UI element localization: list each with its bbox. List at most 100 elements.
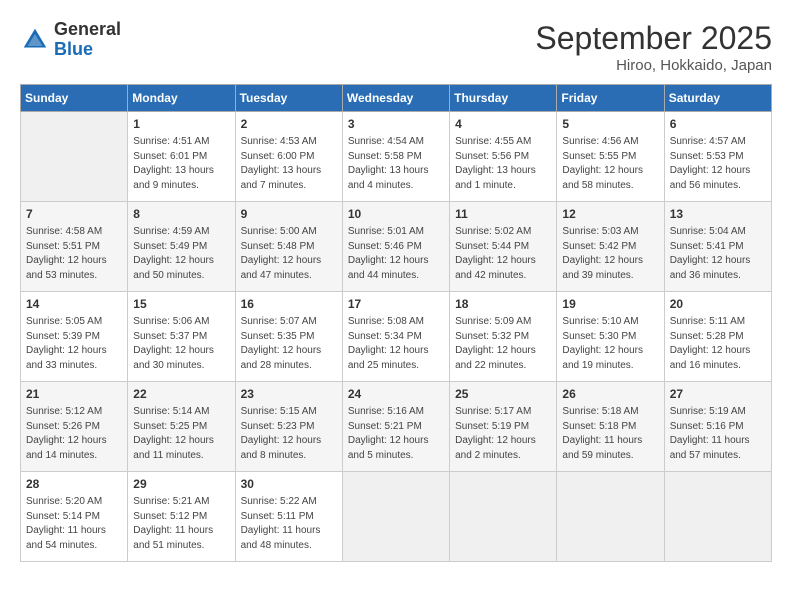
day-info: Sunrise: 5:11 AM Sunset: 5:28 PM Dayligh… [670, 315, 766, 373]
weekday-header: Friday [557, 85, 664, 112]
logo-blue: Blue [54, 39, 93, 59]
day-number: 25 [455, 386, 551, 403]
calendar-cell: 22 Sunrise: 5:14 AM Sunset: 5:25 PM Dayli… [128, 382, 235, 472]
calendar-cell: 7 Sunrise: 4:58 AM Sunset: 5:51 PM Daylig… [21, 202, 128, 292]
calendar-cell: 27Sunrise: 5:19 AM Sunset: 5:16 PM Dayli… [664, 382, 771, 472]
calendar-cell: 20 Sunrise: 5:11 AM Sunset: 5:28 PM Dayli… [664, 292, 771, 382]
day-info: Sunrise: 5:09 AM Sunset: 5:32 PM Dayligh… [455, 315, 551, 373]
calendar-cell: 12Sunrise: 5:03 AM Sunset: 5:42 PM Dayli… [557, 202, 664, 292]
day-number: 27 [670, 386, 766, 403]
calendar-cell: 23 Sunrise: 5:15 AM Sunset: 5:23 PM Dayli… [235, 382, 342, 472]
calendar-cell: 3 Sunrise: 4:54 AM Sunset: 5:58 PM Daylig… [342, 112, 449, 202]
day-info: Sunrise: 5:18 AM Sunset: 5:18 PM Dayligh… [562, 405, 658, 463]
day-info: Sunrise: 5:22 AM Sunset: 5:11 PM Dayligh… [241, 495, 337, 553]
day-number: 23 [241, 386, 337, 403]
day-info: Sunrise: 4:53 AM Sunset: 6:00 PM Dayligh… [241, 135, 337, 193]
calendar-cell: 1 Sunrise: 4:51 AM Sunset: 6:01 PM Daylig… [128, 112, 235, 202]
calendar-cell: 29 Sunrise: 5:21 AM Sunset: 5:12 PM Dayli… [128, 472, 235, 562]
day-info: Sunrise: 5:02 AM Sunset: 5:44 PM Dayligh… [455, 225, 551, 283]
calendar-cell: 16 Sunrise: 5:07 AM Sunset: 5:35 PM Dayli… [235, 292, 342, 382]
calendar-cell: 25 Sunrise: 5:17 AM Sunset: 5:19 PM Dayli… [450, 382, 557, 472]
day-info: Sunrise: 5:14 AM Sunset: 5:25 PM Dayligh… [133, 405, 229, 463]
calendar-cell: 30 Sunrise: 5:22 AM Sunset: 5:11 PM Dayli… [235, 472, 342, 562]
calendar-cell: 5 Sunrise: 4:56 AM Sunset: 5:55 PM Daylig… [557, 112, 664, 202]
calendar-cell: 28 Sunrise: 5:20 AM Sunset: 5:14 PM Dayli… [21, 472, 128, 562]
day-info: Sunrise: 5:03 AM Sunset: 5:42 PM Dayligh… [562, 225, 658, 283]
day-info: Sunrise: 5:08 AM Sunset: 5:34 PM Dayligh… [348, 315, 444, 373]
day-info: Sunrise: 5:20 AM Sunset: 5:14 PM Dayligh… [26, 495, 122, 553]
day-info: Sunrise: 5:01 AM Sunset: 5:46 PM Dayligh… [348, 225, 444, 283]
calendar-cell: 10Sunrise: 5:01 AM Sunset: 5:46 PM Dayli… [342, 202, 449, 292]
calendar-week-row: 28 Sunrise: 5:20 AM Sunset: 5:14 PM Dayli… [21, 472, 772, 562]
day-number: 22 [133, 386, 229, 403]
day-number: 4 [455, 116, 551, 133]
day-number: 11 [455, 206, 551, 223]
day-number: 2 [241, 116, 337, 133]
weekday-header: Tuesday [235, 85, 342, 112]
day-number: 7 [26, 206, 122, 223]
day-number: 1 [133, 116, 229, 133]
day-number: 21 [26, 386, 122, 403]
calendar-cell: 17 Sunrise: 5:08 AM Sunset: 5:34 PM Dayli… [342, 292, 449, 382]
day-number: 3 [348, 116, 444, 133]
day-number: 5 [562, 116, 658, 133]
day-number: 13 [670, 206, 766, 223]
day-number: 29 [133, 476, 229, 493]
calendar-cell: 9Sunrise: 5:00 AM Sunset: 5:48 PM Daylig… [235, 202, 342, 292]
day-number: 8 [133, 206, 229, 223]
page-header: General Blue September 2025 Hiroo, Hokka… [20, 20, 772, 74]
day-info: Sunrise: 4:54 AM Sunset: 5:58 PM Dayligh… [348, 135, 444, 193]
calendar-cell: 13Sunrise: 5:04 AM Sunset: 5:41 PM Dayli… [664, 202, 771, 292]
weekday-header: Monday [128, 85, 235, 112]
calendar-cell [21, 112, 128, 202]
day-info: Sunrise: 4:58 AM Sunset: 5:51 PM Dayligh… [26, 225, 122, 283]
calendar-cell: 19 Sunrise: 5:10 AM Sunset: 5:30 PM Dayli… [557, 292, 664, 382]
day-number: 17 [348, 296, 444, 313]
calendar-cell: 21Sunrise: 5:12 AM Sunset: 5:26 PM Dayli… [21, 382, 128, 472]
calendar-cell: 14 Sunrise: 5:05 AM Sunset: 5:39 PM Dayli… [21, 292, 128, 382]
day-info: Sunrise: 5:07 AM Sunset: 5:35 PM Dayligh… [241, 315, 337, 373]
weekday-header: Wednesday [342, 85, 449, 112]
day-number: 18 [455, 296, 551, 313]
calendar-cell: 24Sunrise: 5:16 AM Sunset: 5:21 PM Dayli… [342, 382, 449, 472]
day-number: 6 [670, 116, 766, 133]
calendar-cell: 18 Sunrise: 5:09 AM Sunset: 5:32 PM Dayli… [450, 292, 557, 382]
title-block: September 2025 Hiroo, Hokkaido, Japan [535, 20, 772, 74]
calendar-cell: 6Sunrise: 4:57 AM Sunset: 5:53 PM Daylig… [664, 112, 771, 202]
location-subtitle: Hiroo, Hokkaido, Japan [535, 57, 772, 74]
day-info: Sunrise: 5:00 AM Sunset: 5:48 PM Dayligh… [241, 225, 337, 283]
day-info: Sunrise: 5:17 AM Sunset: 5:19 PM Dayligh… [455, 405, 551, 463]
day-info: Sunrise: 5:10 AM Sunset: 5:30 PM Dayligh… [562, 315, 658, 373]
calendar-cell: 8 Sunrise: 4:59 AM Sunset: 5:49 PM Daylig… [128, 202, 235, 292]
month-title: September 2025 [535, 20, 772, 57]
day-number: 14 [26, 296, 122, 313]
weekday-header: Saturday [664, 85, 771, 112]
calendar-cell: 11 Sunrise: 5:02 AM Sunset: 5:44 PM Dayli… [450, 202, 557, 292]
day-number: 30 [241, 476, 337, 493]
day-info: Sunrise: 5:15 AM Sunset: 5:23 PM Dayligh… [241, 405, 337, 463]
day-number: 19 [562, 296, 658, 313]
calendar-cell: 4 Sunrise: 4:55 AM Sunset: 5:56 PM Daylig… [450, 112, 557, 202]
day-info: Sunrise: 4:51 AM Sunset: 6:01 PM Dayligh… [133, 135, 229, 193]
day-number: 28 [26, 476, 122, 493]
logo-text: General Blue [54, 20, 121, 60]
logo-icon [20, 25, 50, 55]
calendar-header-row: SundayMondayTuesdayWednesdayThursdayFrid… [21, 85, 772, 112]
day-info: Sunrise: 5:06 AM Sunset: 5:37 PM Dayligh… [133, 315, 229, 373]
day-number: 16 [241, 296, 337, 313]
day-number: 20 [670, 296, 766, 313]
day-number: 15 [133, 296, 229, 313]
calendar-table: SundayMondayTuesdayWednesdayThursdayFrid… [20, 84, 772, 562]
calendar-cell: 15 Sunrise: 5:06 AM Sunset: 5:37 PM Dayli… [128, 292, 235, 382]
calendar-cell: 26 Sunrise: 5:18 AM Sunset: 5:18 PM Dayli… [557, 382, 664, 472]
day-info: Sunrise: 4:59 AM Sunset: 5:49 PM Dayligh… [133, 225, 229, 283]
calendar-week-row: 14 Sunrise: 5:05 AM Sunset: 5:39 PM Dayli… [21, 292, 772, 382]
calendar-cell [342, 472, 449, 562]
day-info: Sunrise: 5:05 AM Sunset: 5:39 PM Dayligh… [26, 315, 122, 373]
day-info: Sunrise: 5:21 AM Sunset: 5:12 PM Dayligh… [133, 495, 229, 553]
day-info: Sunrise: 4:55 AM Sunset: 5:56 PM Dayligh… [455, 135, 551, 193]
day-info: Sunrise: 4:56 AM Sunset: 5:55 PM Dayligh… [562, 135, 658, 193]
calendar-cell [664, 472, 771, 562]
day-number: 26 [562, 386, 658, 403]
logo: General Blue [20, 20, 121, 60]
